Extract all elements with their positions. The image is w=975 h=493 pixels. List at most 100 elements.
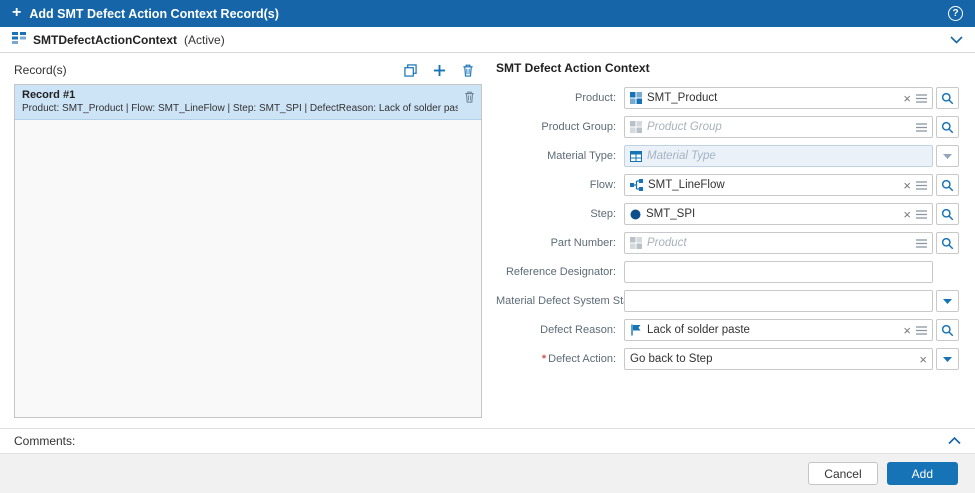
- part-number-icon: [630, 237, 642, 249]
- delete-record-icon[interactable]: [462, 64, 474, 77]
- defect-action-dropdown-button[interactable]: [936, 348, 959, 370]
- flag-icon: [630, 324, 642, 336]
- comments-label: Comments:: [14, 434, 76, 448]
- field-row-reference-designator: Reference Designator:: [496, 261, 959, 283]
- product-group-icon: [630, 121, 642, 133]
- step-search-button[interactable]: [936, 203, 959, 225]
- defect-action-label: * Defect Action:: [496, 353, 624, 365]
- search-icon: [941, 92, 954, 104]
- product-search-button[interactable]: [936, 87, 959, 109]
- dialog-title: Add SMT Defect Action Context Record(s): [29, 6, 279, 21]
- records-toolbar: [404, 63, 474, 77]
- dialog-header: + Add SMT Defect Action Context Record(s…: [0, 0, 975, 27]
- defect-reason-list-icon[interactable]: [916, 325, 927, 335]
- reference-designator-label: Reference Designator:: [505, 266, 616, 278]
- flow-value: SMT_LineFlow: [648, 179, 725, 191]
- reference-designator-input[interactable]: [624, 261, 933, 283]
- caret-down-icon: [943, 153, 952, 159]
- product-value: SMT_Product: [647, 92, 718, 104]
- records-panel-title: Record(s): [14, 63, 67, 77]
- material-type-label: Material Type:: [547, 150, 616, 162]
- product-group-input[interactable]: Product Group: [624, 116, 933, 138]
- required-marker: *: [541, 353, 547, 365]
- record-delete-icon[interactable]: [464, 91, 475, 103]
- part-number-input[interactable]: Product: [624, 232, 933, 254]
- record-row-selected[interactable]: Record #1 Product: SMT_Product | Flow: S…: [15, 85, 481, 120]
- search-icon: [941, 237, 954, 249]
- search-icon: [941, 121, 954, 133]
- flow-icon: [630, 179, 643, 191]
- flow-search-button[interactable]: [936, 174, 959, 196]
- flow-clear-icon[interactable]: ×: [903, 179, 911, 192]
- part-number-label: Part Number:: [550, 237, 616, 249]
- flow-input[interactable]: SMT_LineFlow ×: [624, 174, 933, 196]
- material-defect-system-state-label: Material Defect System State:: [496, 295, 642, 307]
- flow-list-icon[interactable]: [916, 180, 927, 190]
- step-icon: [630, 209, 641, 220]
- product-group-list-icon[interactable]: [916, 122, 927, 132]
- comments-bar[interactable]: Comments:: [0, 428, 975, 454]
- add-button[interactable]: Add: [886, 462, 958, 485]
- material-type-dropdown-button[interactable]: [936, 145, 959, 167]
- material-type-input[interactable]: Material Type: [624, 145, 933, 167]
- product-list-icon[interactable]: [916, 93, 927, 103]
- defect-reason-clear-icon[interactable]: ×: [903, 324, 911, 337]
- defect-action-label-text: Defect Action:: [548, 353, 616, 365]
- record-list: Record #1 Product: SMT_Product | Flow: S…: [14, 84, 482, 418]
- defect-reason-search-button[interactable]: [936, 319, 959, 341]
- field-row-part-number: Part Number: Product: [496, 232, 959, 254]
- context-form: SMT Defect Action Context Product: SMT_P…: [486, 53, 975, 428]
- field-row-step: Step: SMT_SPI ×: [496, 203, 959, 225]
- add-record-icon[interactable]: [433, 64, 446, 77]
- record-summary: Product: SMT_Product | Flow: SMT_LineFlo…: [22, 103, 458, 114]
- product-clear-icon[interactable]: ×: [903, 92, 911, 105]
- context-name: SMTDefectActionContext: [33, 32, 178, 47]
- main-area: Record(s) Record #1 Product: SMT_Product…: [0, 53, 975, 428]
- help-icon[interactable]: ?: [948, 6, 963, 21]
- cancel-button[interactable]: Cancel: [808, 462, 878, 485]
- search-icon: [941, 324, 954, 336]
- product-group-placeholder: Product Group: [647, 121, 722, 133]
- material-defect-system-state-dropdown-button[interactable]: [936, 290, 959, 312]
- product-icon: [630, 92, 642, 104]
- field-row-product-group: Product Group: Product Group: [496, 116, 959, 138]
- product-group-label: Product Group:: [541, 121, 616, 133]
- field-row-flow: Flow: SMT_LineFlow ×: [496, 174, 959, 196]
- record-text: Record #1 Product: SMT_Product | Flow: S…: [22, 89, 458, 114]
- chevron-up-icon[interactable]: [948, 437, 961, 445]
- copy-icon[interactable]: [404, 63, 417, 77]
- records-panel: Record(s) Record #1 Product: SMT_Product…: [0, 53, 486, 428]
- field-row-material-type: Material Type: Material Type: [496, 145, 959, 167]
- add-icon: +: [12, 3, 22, 21]
- defect-reason-value: Lack of solder paste: [647, 324, 750, 336]
- defect-reason-label: Defect Reason:: [540, 324, 616, 336]
- product-input[interactable]: SMT_Product ×: [624, 87, 933, 109]
- product-label: Product:: [575, 92, 616, 104]
- records-panel-header: Record(s): [14, 59, 482, 81]
- defect-action-input[interactable]: Go back to Step ×: [624, 348, 933, 370]
- step-clear-icon[interactable]: ×: [903, 208, 911, 221]
- defect-action-clear-icon[interactable]: ×: [919, 353, 927, 366]
- part-number-search-button[interactable]: [936, 232, 959, 254]
- form-title: SMT Defect Action Context: [496, 61, 650, 75]
- search-icon: [941, 179, 954, 191]
- record-title: Record #1: [22, 89, 76, 101]
- product-group-search-button[interactable]: [936, 116, 959, 138]
- step-list-icon[interactable]: [916, 209, 927, 219]
- chevron-down-icon[interactable]: [950, 35, 963, 44]
- part-number-placeholder: Product: [647, 237, 687, 249]
- step-label: Step:: [590, 208, 616, 220]
- step-input[interactable]: SMT_SPI ×: [624, 203, 933, 225]
- defect-reason-input[interactable]: Lack of solder paste ×: [624, 319, 933, 341]
- material-type-placeholder: Material Type: [647, 150, 716, 162]
- material-type-icon: [630, 150, 642, 162]
- caret-down-icon: [943, 298, 952, 304]
- field-row-product: Product: SMT_Product ×: [496, 87, 959, 109]
- material-defect-system-state-input[interactable]: [624, 290, 933, 312]
- field-row-material-defect-system-state: Material Defect System State:: [496, 290, 959, 312]
- caret-down-icon: [943, 356, 952, 362]
- footer-bar: Cancel Add: [0, 454, 975, 493]
- field-row-defect-reason: Defect Reason: Lack of solder paste ×: [496, 319, 959, 341]
- part-number-list-icon[interactable]: [916, 238, 927, 248]
- defect-action-value: Go back to Step: [630, 353, 713, 365]
